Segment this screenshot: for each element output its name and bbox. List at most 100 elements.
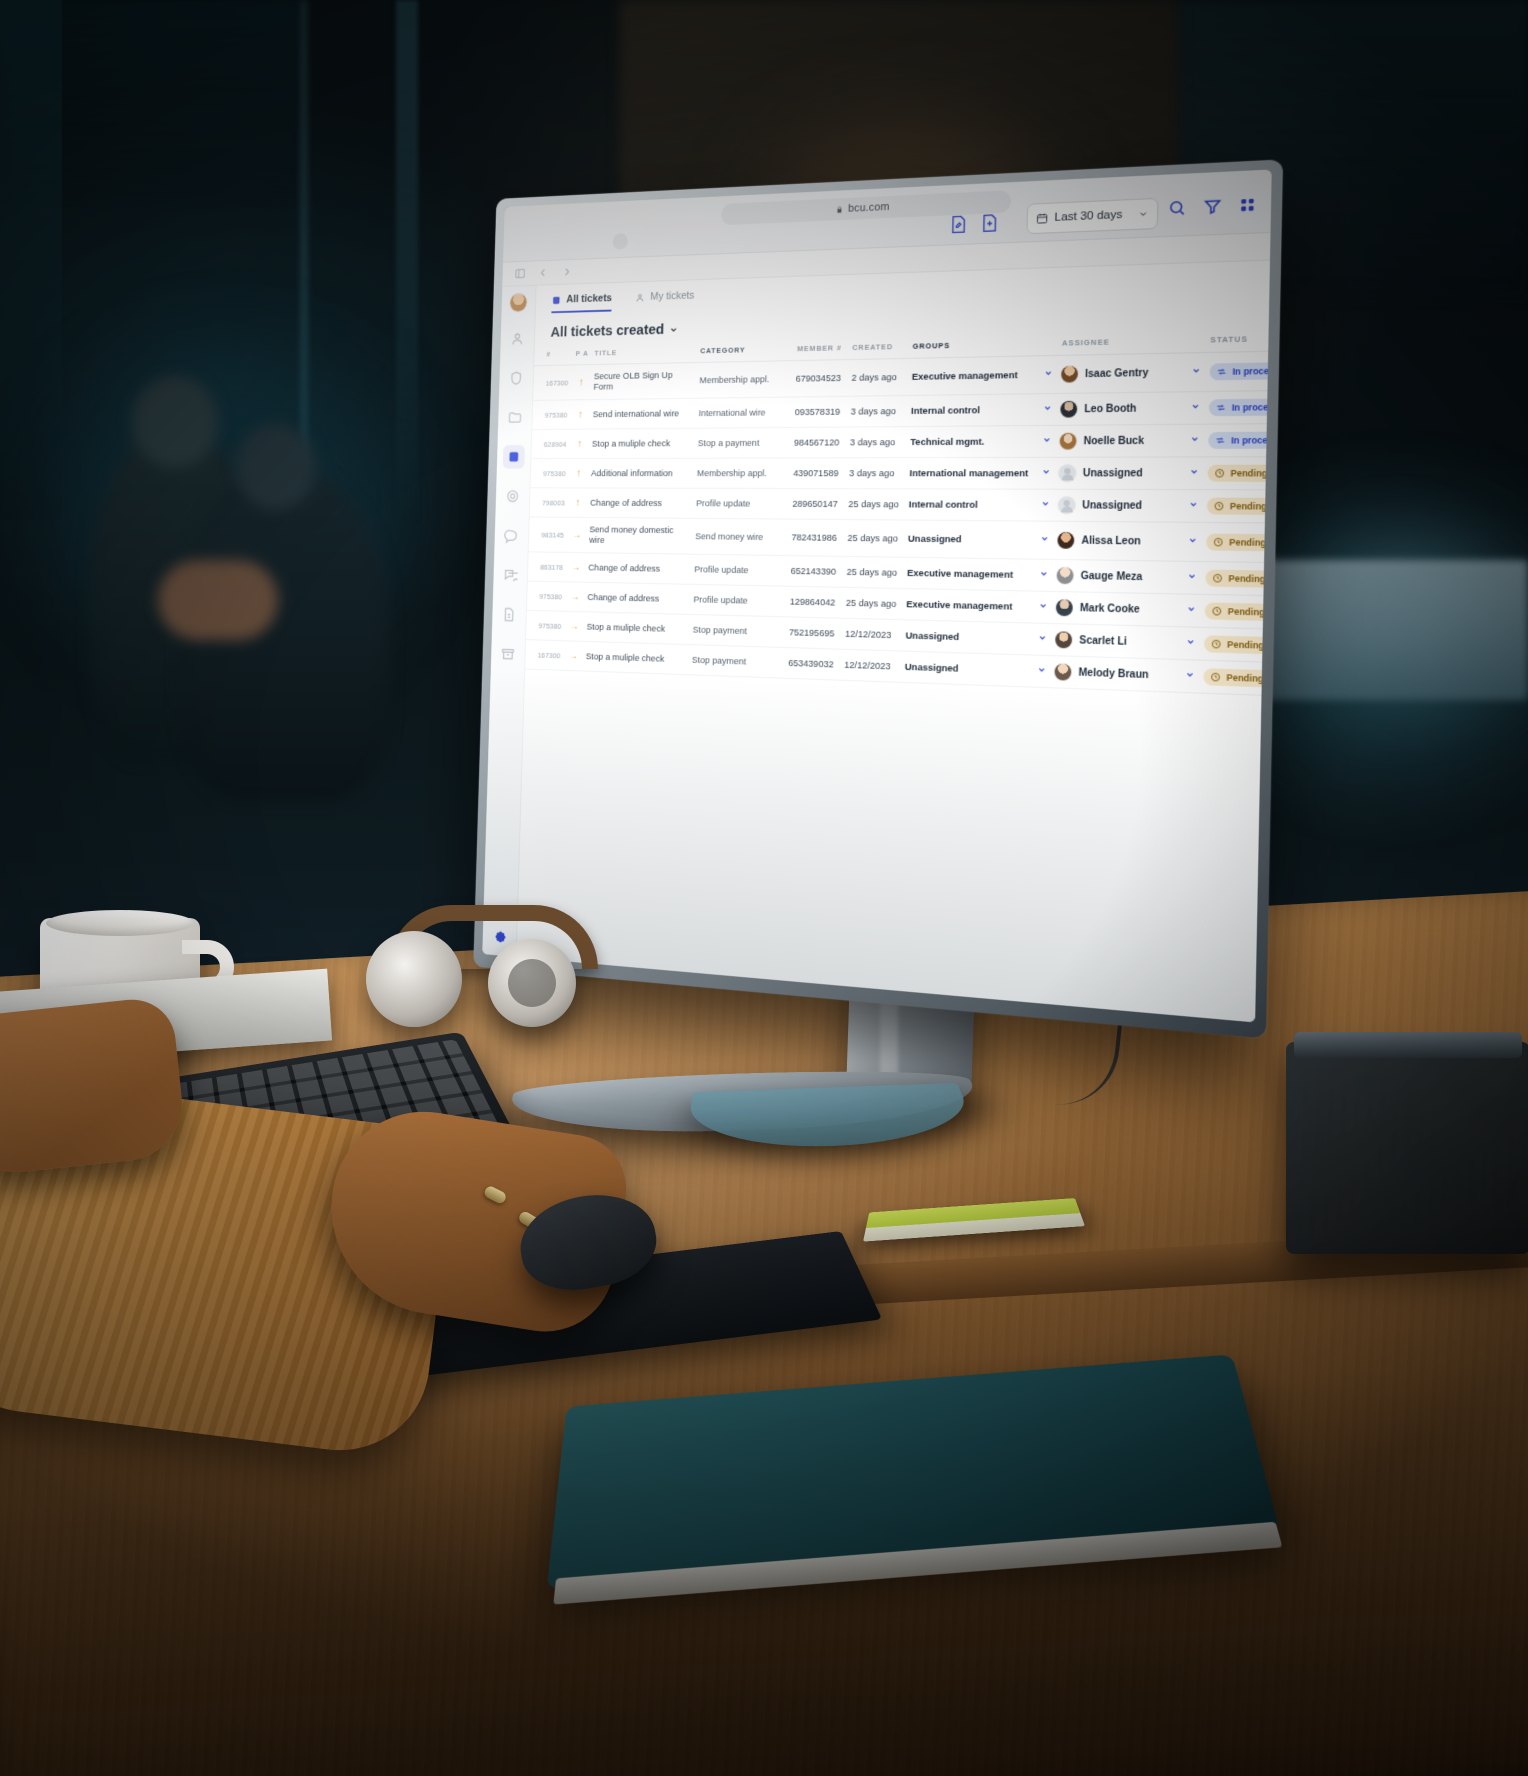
cell-title[interactable]: Change of address	[584, 582, 692, 615]
status-badge[interactable]: Pending	[1205, 569, 1270, 588]
cell-title[interactable]: Additional information	[587, 458, 695, 489]
sidebar-item-reports[interactable]	[498, 603, 520, 627]
sidebar-item-shield[interactable]	[505, 366, 527, 390]
sidebar-item-folder[interactable]	[504, 406, 526, 430]
chevron-down-icon[interactable]	[1036, 665, 1046, 675]
group-dropdown-button[interactable]	[1031, 623, 1053, 656]
chevron-down-icon[interactable]	[1038, 601, 1048, 610]
cell-title[interactable]: Stop a muliple check	[582, 641, 690, 675]
cell-title[interactable]: Stop a muliple check	[588, 428, 696, 459]
sidebar-item-tickets[interactable]	[502, 445, 525, 469]
group-dropdown-button[interactable]	[1036, 393, 1058, 426]
chevron-down-icon[interactable]	[1043, 368, 1052, 377]
chevron-down-icon[interactable]	[1040, 499, 1049, 508]
cell-title[interactable]: Stop a muliple check	[583, 611, 691, 645]
date-range-selector[interactable]: Last 30 days	[1026, 197, 1159, 235]
col-created[interactable]: CREATED	[849, 337, 910, 360]
forward-icon[interactable]	[561, 266, 573, 279]
assignee-dropdown-button[interactable]	[1183, 391, 1207, 425]
chevron-down-icon[interactable]	[1039, 534, 1048, 543]
status-badge[interactable]: Pending	[1206, 497, 1270, 515]
cell-title[interactable]: Change of address	[585, 552, 692, 585]
col-priority[interactable]: P A	[572, 345, 593, 365]
group-dropdown-button[interactable]	[1035, 425, 1058, 458]
chevron-down-icon[interactable]	[1189, 467, 1199, 476]
search-icon[interactable]	[1168, 199, 1187, 218]
reload-icon[interactable]	[612, 233, 628, 250]
chevron-down-icon[interactable]	[1042, 435, 1051, 444]
chevron-down-icon[interactable]	[1041, 467, 1050, 476]
sidebar-item-feedback[interactable]	[499, 563, 521, 587]
cell-title[interactable]: Send international wire	[589, 398, 697, 430]
sidebar-toggle-icon[interactable]	[514, 267, 525, 280]
document-edit-icon[interactable]	[950, 214, 967, 234]
cell-assignee: Melody Braun	[1051, 655, 1179, 693]
cell-title[interactable]: Send money domestic wire	[586, 517, 693, 555]
status-badge[interactable]: Pending	[1204, 635, 1270, 655]
col-title[interactable]: TITLE	[591, 342, 698, 365]
tab-all-tickets[interactable]: All tickets	[551, 292, 612, 313]
assignee-dropdown-button[interactable]	[1178, 626, 1202, 661]
col-id[interactable]: #	[534, 345, 573, 366]
sidebar-item-globe[interactable]	[502, 484, 524, 508]
tab-my-tickets[interactable]: My tickets	[635, 290, 695, 311]
sidebar-item-chat[interactable]	[500, 524, 522, 548]
group-dropdown-button[interactable]	[1037, 355, 1059, 394]
sidebar-item-archive[interactable]	[497, 642, 519, 666]
filter-icon[interactable]	[1203, 197, 1222, 216]
chevron-down-icon[interactable]	[1185, 637, 1195, 647]
assignee-dropdown-button[interactable]	[1178, 659, 1201, 694]
assignee-dropdown-button[interactable]	[1182, 456, 1205, 490]
back-icon[interactable]	[538, 266, 550, 279]
status-badge[interactable]: In process	[1208, 431, 1270, 449]
chevron-down-icon[interactable]	[1186, 571, 1196, 581]
assignee-dropdown-button[interactable]	[1180, 561, 1203, 595]
contacts-icon	[510, 331, 525, 347]
col-category[interactable]: CATEGORY	[697, 340, 782, 363]
assignee-dropdown-button[interactable]	[1183, 424, 1206, 457]
status-badge[interactable]: Pending	[1206, 533, 1270, 552]
group-dropdown-button[interactable]	[1034, 489, 1056, 522]
assignee-dropdown-button[interactable]	[1180, 522, 1204, 562]
chevron-down-icon[interactable]	[1039, 569, 1048, 578]
group-dropdown-button[interactable]	[1032, 559, 1055, 592]
chevron-down-icon[interactable]	[1189, 434, 1199, 444]
document-add-icon[interactable]	[981, 213, 999, 233]
chevron-down-icon[interactable]	[1191, 366, 1201, 376]
col-status[interactable]: STATUS	[1206, 328, 1270, 353]
priority-up-icon: ↑	[577, 438, 583, 450]
cell-assignee: Unassigned	[1055, 456, 1184, 490]
table-row[interactable]: 975380 ↑ Additional information Membership …	[530, 456, 1270, 490]
cell-title[interactable]: Secure OLB Sign Up Form	[590, 362, 698, 400]
status-badge[interactable]: In process	[1208, 398, 1270, 417]
table-row[interactable]: 628904 ↑ Stop a muliple check Stop a paymen…	[531, 423, 1270, 459]
status-badge[interactable]: Pending	[1203, 668, 1270, 688]
assignee-dropdown-button[interactable]	[1179, 593, 1202, 628]
group-dropdown-button[interactable]	[1030, 654, 1052, 688]
cell-created: 25 days ago	[843, 556, 905, 589]
col-groups[interactable]: GROUPS	[909, 334, 1039, 359]
chevron-down-icon[interactable]	[1188, 500, 1198, 510]
chevron-down-icon[interactable]	[1190, 402, 1200, 412]
avatar[interactable]	[510, 293, 527, 312]
group-dropdown-button[interactable]	[1033, 521, 1055, 560]
col-member[interactable]: MEMBER #	[780, 339, 850, 361]
chevron-down-icon[interactable]	[1042, 403, 1051, 412]
status-badge[interactable]: In process	[1209, 362, 1270, 381]
status-badge[interactable]: Pending	[1204, 602, 1270, 622]
chevron-down-icon[interactable]	[1184, 670, 1194, 680]
status-badge[interactable]: Pending	[1207, 464, 1270, 482]
assignee-dropdown-button[interactable]	[1181, 489, 1205, 523]
chevron-down-icon[interactable]	[1186, 604, 1196, 614]
assignee-dropdown-button[interactable]	[1184, 352, 1207, 392]
in-process-icon	[1215, 402, 1226, 413]
grid-apps-icon[interactable]	[1239, 197, 1256, 214]
chevron-down-icon[interactable]	[1187, 535, 1197, 545]
cell-title[interactable]: Change of address	[587, 487, 694, 519]
cell-category: Stop a payment	[694, 427, 779, 459]
group-dropdown-button[interactable]	[1031, 591, 1054, 624]
col-assignee[interactable]: ASSIGNEE	[1058, 331, 1186, 356]
chevron-down-icon[interactable]	[1037, 633, 1047, 643]
group-dropdown-button[interactable]	[1034, 457, 1057, 490]
sidebar-item-contacts[interactable]	[506, 327, 528, 351]
